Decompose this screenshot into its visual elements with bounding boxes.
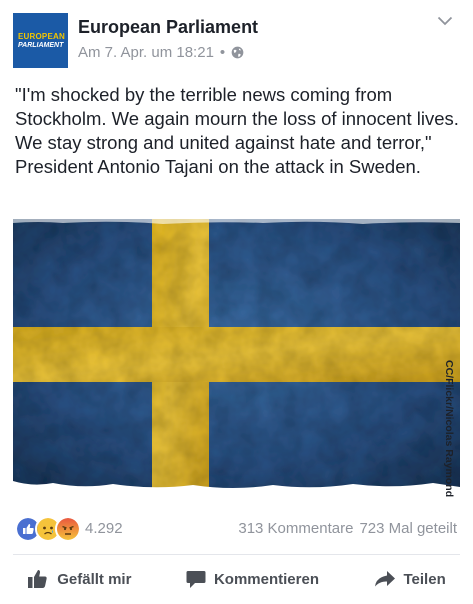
swedish-flag-image	[13, 219, 460, 494]
reaction-icons[interactable]	[15, 516, 81, 542]
action-bar: Gefällt mir Kommentieren Teilen	[0, 560, 473, 598]
post-meta: Am 7. Apr. um 18:21 •	[78, 44, 244, 61]
reaction-count[interactable]: 4.292	[85, 520, 123, 537]
angry-reaction-icon	[55, 516, 81, 542]
avatar-logo-line1: EUROPEAN	[18, 31, 65, 41]
share-label: Teilen	[403, 570, 446, 588]
comment-button[interactable]: Kommentieren	[186, 570, 319, 589]
post-timestamp[interactable]: Am 7. Apr. um 18:21	[78, 44, 214, 61]
share-arrow-icon	[374, 571, 395, 587]
comment-count[interactable]: 313 Kommentare	[238, 520, 353, 537]
globe-icon	[231, 46, 244, 59]
page-avatar[interactable]: EUROPEAN PARLIAMENT	[13, 13, 68, 68]
thumbs-up-icon	[28, 570, 47, 588]
post-header: EUROPEAN PARLIAMENT European Parliament …	[0, 0, 473, 76]
avatar-logo-line2: PARLIAMENT	[18, 41, 64, 49]
chevron-down-icon[interactable]	[437, 16, 453, 26]
page-name-link[interactable]: European Parliament	[78, 17, 258, 38]
comment-label: Kommentieren	[213, 570, 319, 588]
like-label: Gefällt mir	[57, 570, 132, 588]
engagement-counts: 313 Kommentare 723 Mal geteilt	[238, 520, 457, 537]
post-text: "I'm shocked by the terrible news coming…	[15, 84, 459, 177]
image-credit: CC/Flickr/Nicolas Raymond	[443, 360, 455, 498]
meta-separator: •	[219, 44, 226, 61]
post-image-swedish-flag[interactable]	[13, 219, 460, 494]
like-button[interactable]: Gefällt mir	[27, 569, 131, 589]
share-button[interactable]: Teilen	[374, 570, 446, 588]
comment-icon	[186, 570, 206, 588]
post-stats: 4.292 313 Kommentare 723 Mal geteilt	[13, 516, 463, 542]
share-count[interactable]: 723 Mal geteilt	[359, 520, 457, 537]
divider	[13, 554, 460, 555]
